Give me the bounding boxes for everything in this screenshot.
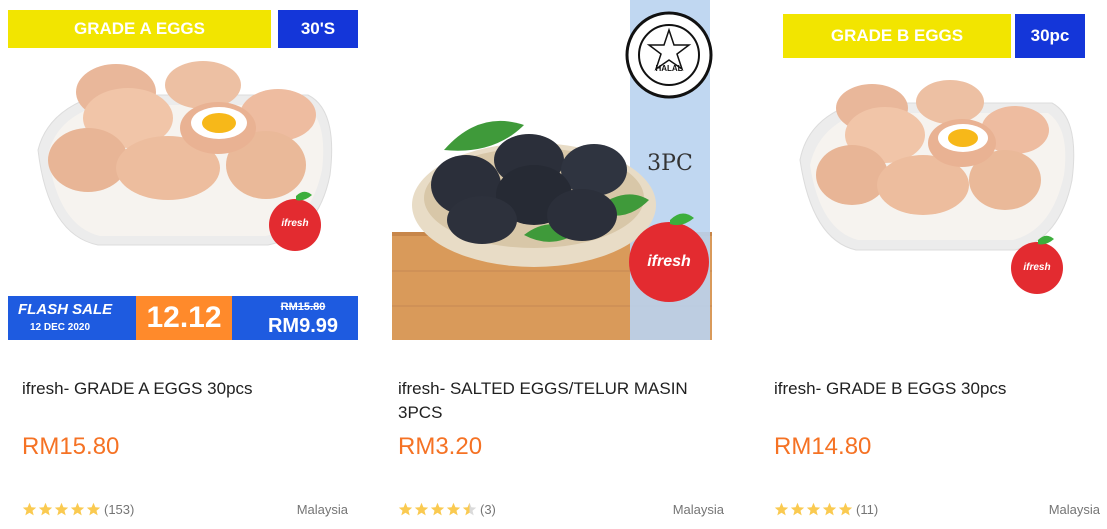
flash-sale-title: FLASH SALE <box>18 300 113 318</box>
image-label-grade: GRADE A EGGS <box>74 19 205 38</box>
review-count: (153) <box>104 502 135 517</box>
image-count-label: 3PC <box>647 150 693 176</box>
flash-sale-old-price: RM15.80 <box>280 301 326 313</box>
product-photo-eggs-bowl <box>8 0 358 340</box>
image-badge-count: 30'S <box>300 19 336 38</box>
product-price: RM3.20 <box>398 433 483 460</box>
product-rating: (11) <box>774 502 878 517</box>
ifresh-logo-text: ifresh <box>281 217 309 229</box>
product-image[interactable]: GRADE A EGGS 30'S ifresh FLASH SALE 12 D… <box>8 0 358 340</box>
image-label-grade: GRADE B EGGS <box>830 26 964 45</box>
star-icon <box>54 502 69 516</box>
star-icon <box>838 502 853 516</box>
star-icon <box>22 502 37 516</box>
rating-stars <box>774 502 854 517</box>
star-icon <box>462 502 477 516</box>
product-image[interactable]: GRADE B EGGS 30pc ifresh <box>760 0 1107 340</box>
image-badge-count: 30pc <box>1030 26 1070 45</box>
product-rating: (153) <box>22 502 134 517</box>
star-icon <box>446 502 461 516</box>
star-icon <box>70 502 85 516</box>
star-icon <box>38 502 53 516</box>
review-count: (11) <box>856 502 879 517</box>
product-rating: (3) <box>398 502 496 517</box>
seller-location: Malaysia <box>296 502 348 517</box>
rating-stars <box>398 502 478 517</box>
product-price: RM15.80 <box>22 433 120 460</box>
product-title[interactable]: ifresh- SALTED EGGS/TELUR MASIN 3PCS <box>398 377 728 425</box>
star-icon <box>414 502 429 516</box>
product-card-grade-b-eggs[interactable]: GRADE B EGGS 30pc ifresh ifresh- GRADE B… <box>760 0 1107 529</box>
halal-logo-icon <box>625 11 713 99</box>
star-icon <box>398 502 413 516</box>
rating-stars <box>22 502 102 517</box>
flash-sale-event: 12.12 <box>146 301 222 334</box>
product-title[interactable]: ifresh- GRADE A EGGS 30pcs <box>22 377 352 401</box>
flash-sale-date: 12 DEC 2020 <box>30 321 91 333</box>
product-card-grade-a-eggs[interactable]: GRADE A EGGS 30'S ifresh FLASH SALE 12 D… <box>8 0 360 529</box>
star-icon <box>86 502 101 516</box>
review-count: (3) <box>480 502 496 517</box>
seller-location: Malaysia <box>1048 502 1100 517</box>
product-title[interactable]: ifresh- GRADE B EGGS 30pcs <box>774 377 1104 401</box>
seller-location: Malaysia <box>672 502 724 517</box>
product-image[interactable]: HALAL 3PC ifresh <box>384 0 734 340</box>
product-price: RM14.80 <box>774 433 872 460</box>
product-card-salted-eggs[interactable]: HALAL 3PC ifresh ifresh- SALTED EGGS/TEL… <box>384 0 736 529</box>
ifresh-logo-text: ifresh <box>1023 261 1051 273</box>
star-icon <box>822 502 837 516</box>
star-icon <box>430 502 445 516</box>
flash-sale-new-price: RM9.99 <box>267 314 339 337</box>
halal-label: HALAL <box>655 63 683 73</box>
star-icon <box>806 502 821 516</box>
ifresh-logo-text: ifresh <box>647 253 691 270</box>
star-icon <box>774 502 789 516</box>
star-icon <box>790 502 805 516</box>
